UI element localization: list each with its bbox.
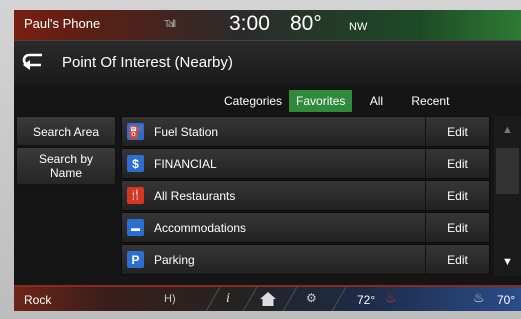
search-by-name-button[interactable]: Search by Name bbox=[16, 147, 116, 185]
scroll-down-icon[interactable]: ▼ bbox=[494, 248, 521, 276]
edit-button[interactable]: Edit bbox=[425, 149, 489, 178]
clock: 3:00 bbox=[229, 12, 270, 35]
edit-button[interactable]: Edit bbox=[425, 117, 489, 146]
search-by-name-label-line1: Search by bbox=[38, 152, 94, 166]
scrollbar[interactable]: ▲ ▼ bbox=[494, 116, 521, 276]
compass-heading: NW bbox=[349, 21, 368, 33]
edit-button[interactable]: Edit bbox=[425, 213, 489, 242]
phone-name[interactable]: Paul's Phone bbox=[24, 16, 100, 31]
edit-button[interactable]: Edit bbox=[425, 245, 489, 274]
driver-temperature[interactable]: 72° bbox=[357, 293, 375, 307]
list-item-label: All Restaurants bbox=[154, 189, 236, 203]
signal-strength-icon: Tall bbox=[164, 19, 176, 30]
divider bbox=[204, 287, 221, 311]
parking-icon: P bbox=[127, 251, 144, 268]
divider bbox=[330, 287, 347, 311]
tab-categories[interactable]: Categories bbox=[217, 90, 289, 112]
passenger-temperature[interactable]: 70° bbox=[497, 293, 515, 307]
scroll-up-icon[interactable]: ▲ bbox=[494, 116, 521, 144]
search-area-button[interactable]: Search Area bbox=[16, 116, 116, 146]
list-item-parking[interactable]: P Parking Edit bbox=[121, 244, 490, 275]
bottom-bar: Rock H) i ⚙ 72° ♨ ♨ 70° bbox=[14, 285, 521, 311]
heated-seat-right-icon[interactable]: ♨ bbox=[473, 290, 485, 306]
audio-source[interactable]: Rock bbox=[24, 293, 51, 307]
page-title: Point Of Interest (Nearby) bbox=[62, 54, 233, 71]
edit-button[interactable]: Edit bbox=[425, 181, 489, 210]
list-item-fuel-station[interactable]: ⛽ Fuel Station Edit bbox=[121, 116, 490, 147]
divider bbox=[241, 287, 258, 311]
list-item-label: Fuel Station bbox=[154, 125, 219, 139]
bed-icon: ▬ bbox=[127, 219, 144, 236]
list-item-all-restaurants[interactable]: 🍴 All Restaurants Edit bbox=[121, 180, 490, 211]
home-icon[interactable] bbox=[259, 291, 277, 307]
tab-favorites[interactable]: Favorites bbox=[289, 90, 353, 112]
dollar-icon: $ bbox=[127, 155, 144, 172]
divider bbox=[281, 287, 298, 311]
list-item-label: Parking bbox=[154, 253, 195, 267]
list-item-accommodations[interactable]: ▬ Accommodations Edit bbox=[121, 212, 490, 243]
back-arrow-icon[interactable] bbox=[20, 51, 48, 73]
hd-radio-icon: H) bbox=[164, 293, 176, 305]
list-item-financial[interactable]: $ FINANCIAL Edit bbox=[121, 148, 490, 179]
touchscreen: Paul's Phone Tall 3:00 80° NW Point Of I… bbox=[14, 10, 521, 311]
list-item-label: FINANCIAL bbox=[154, 157, 217, 171]
fork-knife-icon: 🍴 bbox=[127, 187, 144, 204]
search-by-name-label-line2: Name bbox=[49, 166, 82, 180]
outside-temperature: 80° bbox=[290, 12, 322, 35]
settings-icon[interactable]: ⚙ bbox=[306, 291, 317, 305]
heated-seat-left-icon[interactable]: ♨ bbox=[385, 290, 397, 306]
fuel-pump-icon: ⛽ bbox=[127, 123, 144, 140]
poi-favorites-list: ⛽ Fuel Station Edit $ FINANCIAL Edit 🍴 A… bbox=[121, 116, 490, 276]
tab-all[interactable]: All bbox=[352, 90, 400, 112]
info-icon[interactable]: i bbox=[226, 291, 230, 307]
tab-recent[interactable]: Recent bbox=[400, 90, 460, 112]
status-bar: Paul's Phone Tall 3:00 80° NW bbox=[14, 10, 521, 41]
list-item-label: Accommodations bbox=[154, 221, 247, 235]
scroll-thumb[interactable] bbox=[496, 148, 519, 194]
tab-bar: Categories Favorites All Recent bbox=[217, 90, 460, 112]
title-bar: Point Of Interest (Nearby) bbox=[14, 41, 521, 85]
